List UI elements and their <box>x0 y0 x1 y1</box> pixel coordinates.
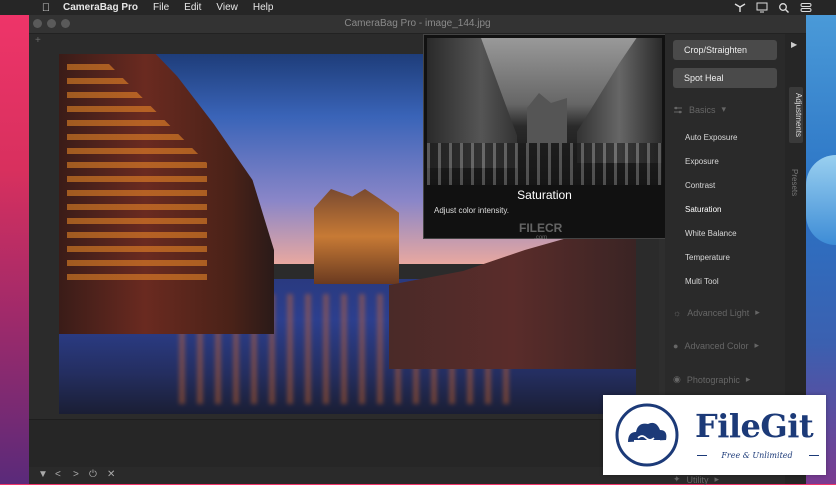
popover-description: Adjust color intensity. <box>434 206 509 215</box>
fan-icon[interactable] <box>734 2 746 13</box>
tool-exposure[interactable]: Exposure <box>685 157 719 166</box>
spot-heal-button[interactable]: Spot Heal <box>673 68 777 88</box>
footer-controls: ▼ < > ⏻ ✕ <box>29 467 665 484</box>
section-utility[interactable]: ✦ Utility ▸ <box>673 474 719 485</box>
section-photographic[interactable]: ◉ Photographic ▸ <box>673 374 750 385</box>
chevron-right-icon: ▸ <box>745 374 751 384</box>
tool-auto-exposure[interactable]: Auto Exposure <box>685 133 737 142</box>
tool-white-balance[interactable]: White Balance <box>685 229 737 238</box>
apple-menu-icon[interactable]:  <box>40 2 52 14</box>
crop-straighten-button[interactable]: Crop/Straighten <box>673 40 777 60</box>
menu-file[interactable]: File <box>153 2 169 13</box>
watermark-subtext: .com <box>534 235 548 241</box>
tool-saturation[interactable]: Saturation <box>685 205 721 214</box>
section-advanced-color[interactable]: ● Advanced Color ▸ <box>673 340 759 351</box>
watermark-text: FILECR <box>519 221 563 235</box>
chevron-down-icon: ▾ <box>721 104 727 114</box>
wallpaper-wave <box>806 155 836 245</box>
tab-presets[interactable]: Presets <box>790 169 799 196</box>
wrench-icon: ✦ <box>673 474 681 484</box>
power-icon[interactable]: ⏻ <box>89 469 97 480</box>
menu-view[interactable]: View <box>216 2 238 13</box>
tagline-rule-left <box>697 455 707 456</box>
section-utility-label: Utility <box>686 474 709 485</box>
chevron-right-icon: ▸ <box>754 340 760 350</box>
filegit-tagline: Free & Unlimited <box>721 451 793 460</box>
filecr-watermark: FILECR .com <box>519 221 562 241</box>
app-menu[interactable]: CameraBag Pro <box>63 2 138 13</box>
section-advanced-light-label: Advanced Light <box>687 307 750 318</box>
menu-edit[interactable]: Edit <box>184 2 201 13</box>
collapse-icon[interactable]: ▼ <box>38 469 48 480</box>
section-advanced-light[interactable]: ☼ Advanced Light ▸ <box>673 307 760 318</box>
tool-multi-tool[interactable]: Multi Tool <box>685 277 719 286</box>
section-basics-label: Basics <box>689 104 716 115</box>
menu-bar:  CameraBag Pro File Edit View Help <box>0 0 836 15</box>
title-bar[interactable]: CameraBag Pro - image_144.jpg <box>29 15 806 34</box>
search-icon[interactable] <box>778 2 790 13</box>
saturation-preview-image <box>427 38 662 185</box>
tagline-rule-right <box>809 455 819 456</box>
chevron-right-icon: ▸ <box>755 307 760 317</box>
status-tray <box>734 2 812 13</box>
control-center-icon[interactable] <box>800 2 812 13</box>
panel-toggle-icon[interactable]: ▶ <box>791 40 797 49</box>
sliders-icon <box>674 106 682 113</box>
popover-title: Saturation <box>517 188 572 202</box>
filegit-name: FileGit <box>695 407 814 445</box>
filegit-badge: FileGit Free & Unlimited <box>603 395 826 475</box>
next-icon[interactable]: > <box>73 469 79 480</box>
section-photographic-label: Photographic <box>686 374 740 385</box>
preview-water <box>427 143 662 185</box>
menu-help[interactable]: Help <box>253 2 274 13</box>
filmstrip[interactable] <box>29 419 665 468</box>
preview-building-center <box>527 93 567 143</box>
filegit-logo-icon <box>615 403 679 467</box>
display-icon[interactable] <box>756 2 768 13</box>
camera-icon: ◉ <box>673 374 681 384</box>
tool-temperature[interactable]: Temperature <box>685 253 730 262</box>
new-tab-button[interactable]: + <box>35 35 41 46</box>
chevron-right-icon: ▸ <box>714 474 720 484</box>
tab-adjustments[interactable]: Adjustments <box>789 87 803 144</box>
window-title: CameraBag Pro - image_144.jpg <box>344 18 491 29</box>
previous-icon[interactable]: < <box>55 469 61 480</box>
adjustment-preview-popover: Saturation Adjust color intensity. <box>423 34 666 239</box>
tool-contrast[interactable]: Contrast <box>685 181 715 190</box>
sun-icon: ☼ <box>673 307 682 318</box>
close-icon[interactable]: ✕ <box>107 469 115 480</box>
section-advanced-color-label: Advanced Color <box>684 340 749 351</box>
palette-icon: ● <box>673 340 679 351</box>
section-basics[interactable]: Basics ▾ <box>673 104 726 115</box>
